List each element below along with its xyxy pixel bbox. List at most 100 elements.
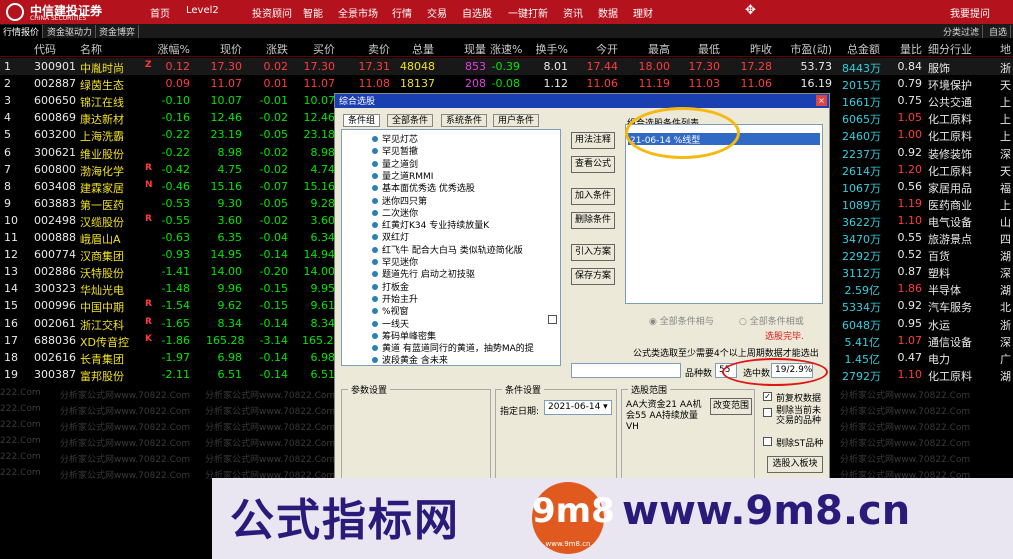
- column-header[interactable]: 今开: [582, 41, 618, 57]
- nav-item[interactable]: 首页: [150, 5, 170, 20]
- import-scheme-button[interactable]: 引入方案: [571, 244, 615, 261]
- tree-item[interactable]: 一线天: [372, 317, 409, 330]
- tree-item[interactable]: %视窗: [372, 304, 409, 317]
- tree-item[interactable]: 打板金: [372, 280, 409, 293]
- close-icon[interactable]: ×: [816, 95, 827, 106]
- radio-all-or[interactable]: ○ 全部条件相或: [739, 314, 804, 327]
- nav-item[interactable]: 交易: [427, 5, 447, 20]
- column-header[interactable]: 昨收: [734, 41, 772, 57]
- condition-tree[interactable]: 罕见灯芯 罕见暂撤 量之道剑 量之道RMMI 基本面优秀选 优秀选股 迷你四只第 二次迷你红…: [341, 129, 561, 366]
- nav-item[interactable]: 行情: [392, 5, 412, 20]
- tree-item[interactable]: 波段黄金 含未来: [372, 353, 448, 365]
- add-to-block-button[interactable]: 选股入板块: [767, 456, 823, 473]
- tree-item[interactable]: 红飞牛 配合大白马 类似轨迹简化版: [372, 243, 523, 256]
- table-cell: 9.96: [217, 282, 243, 296]
- tree-item[interactable]: 迷你四只第: [372, 194, 427, 207]
- watermark-text: 分析家公式网www.70822.Com: [840, 455, 971, 465]
- exclude-untraded-checkbox[interactable]: [763, 408, 772, 417]
- range-text: AA大资金21 AA机会55 AA持续放量VH: [626, 400, 702, 432]
- tree-item[interactable]: 量之道剑: [372, 157, 418, 170]
- column-header[interactable]: 涨速%: [490, 41, 522, 57]
- delete-condition-button[interactable]: 删除条件: [571, 212, 615, 229]
- table-cell: 7: [4, 162, 11, 176]
- column-header[interactable]: 最低: [684, 41, 720, 57]
- column-header[interactable]: 代码: [34, 41, 84, 57]
- nav-item[interactable]: 全景市场: [338, 5, 378, 20]
- tab-view[interactable]: 资金博弈: [96, 25, 140, 38]
- column-header[interactable]: 名称: [80, 41, 136, 57]
- tree-item[interactable]: 罕见迷你: [372, 255, 418, 268]
- table-cell: 5334万: [842, 301, 881, 315]
- table-cell: 9.61: [310, 299, 336, 313]
- watermark-text: 分析家公式网www.70822.Com: [205, 423, 336, 433]
- tree-item[interactable]: 开始主升: [372, 292, 418, 305]
- nav-item[interactable]: 自选股: [462, 5, 492, 20]
- tab-all-conditions[interactable]: 全部条件: [387, 114, 434, 127]
- exclude-st-checkbox[interactable]: [763, 437, 772, 446]
- nav-item[interactable]: 智能: [303, 5, 323, 20]
- tree-item[interactable]: 量之道RMMI: [372, 169, 433, 182]
- column-header[interactable]: 现量: [452, 41, 486, 57]
- column-header[interactable]: 现价: [206, 41, 242, 57]
- move-cursor-icon: ✥: [745, 3, 756, 18]
- tab-user-conditions[interactable]: 用户条件: [493, 114, 540, 127]
- view-formula-button[interactable]: 查看公式: [571, 156, 615, 173]
- table-row[interactable]: 2 002887 绿茵生态 0.09 11.07 0.01 11.07 11.08 18137 2…: [0, 75, 1013, 92]
- tab-view[interactable]: 资金驱动力: [44, 25, 97, 38]
- tree-item[interactable]: 筹码单峰密集: [372, 329, 436, 342]
- nav-item[interactable]: 投资顾问: [252, 5, 292, 20]
- table-cell: 002886: [34, 265, 76, 279]
- table-cell: 600800: [34, 162, 76, 176]
- tab-filter[interactable]: 分类过滤: [940, 25, 984, 38]
- column-header[interactable]: 涨幅%: [154, 41, 190, 57]
- tab-view[interactable]: 行情报价: [0, 25, 44, 38]
- table-cell: 165.28: [302, 333, 341, 347]
- table-cell: 6.34: [310, 231, 336, 244]
- nav-item[interactable]: 理财: [633, 5, 653, 20]
- add-condition-button[interactable]: 加入条件: [571, 188, 615, 205]
- tree-item[interactable]: 题道先行 启动之初技驱: [372, 267, 475, 280]
- column-header[interactable]: 细分行业: [928, 41, 980, 57]
- tree-item[interactable]: 红黄灯K34 专业持续放量K: [372, 218, 489, 231]
- column-header[interactable]: 总金额: [842, 41, 880, 57]
- tab-condition-group[interactable]: 条件组: [343, 114, 381, 127]
- tree-item[interactable]: 黄道 有蓝道同行的黄道，抽势MA的提: [372, 341, 534, 354]
- date-picker[interactable]: 2021-06-14 ▾: [544, 400, 612, 415]
- table-cell: -0.08: [491, 77, 520, 91]
- exclude-untraded-label: 剔除当前未交易的品种: [776, 406, 822, 426]
- adjusted-data-checkbox[interactable]: ✓: [763, 392, 772, 401]
- table-cell: 11.07: [210, 77, 243, 91]
- radio-all-and[interactable]: ◉ 全部条件相与: [649, 314, 714, 327]
- column-header[interactable]: 地: [1000, 41, 1013, 57]
- tab-system-conditions[interactable]: 系统条件: [441, 114, 488, 127]
- column-header[interactable]: 换手%: [532, 41, 568, 57]
- save-scheme-button[interactable]: 保存方案: [571, 268, 615, 285]
- tab-watchlist[interactable]: 自选: [986, 25, 1012, 38]
- table-row[interactable]: 1 300901 中胤时尚 Z 0.12 17.30 0.02 17.30 17.31 48048…: [0, 58, 1013, 75]
- table-cell: -0.15: [259, 299, 288, 313]
- table-cell: 8.34: [310, 316, 336, 330]
- column-header[interactable]: 量比: [880, 41, 922, 57]
- tree-item[interactable]: 基本面优秀选 优秀选股: [372, 181, 475, 194]
- nav-item[interactable]: 一键打新: [508, 5, 548, 20]
- column-header[interactable]: 市盈(动): [786, 41, 832, 57]
- table-cell: -0.53: [161, 196, 190, 210]
- nav-item[interactable]: 资讯: [563, 5, 583, 20]
- tree-checkbox[interactable]: [548, 315, 557, 324]
- column-header[interactable]: 卖价: [356, 41, 390, 57]
- tree-item[interactable]: 双红灯: [372, 230, 409, 243]
- table-cell: 0.92: [897, 145, 923, 159]
- tree-item[interactable]: 罕见灯芯: [372, 132, 418, 145]
- table-cell: 汽车服务: [928, 301, 972, 315]
- column-header[interactable]: 买价: [302, 41, 335, 57]
- help-link[interactable]: 我要提问: [950, 5, 990, 20]
- change-range-button[interactable]: 改变范围: [710, 398, 752, 415]
- nav-item[interactable]: 数据: [598, 5, 618, 20]
- nav-item[interactable]: Level2: [186, 5, 219, 16]
- usage-notes-button[interactable]: 用法注释: [571, 132, 615, 149]
- tree-item[interactable]: 二次迷你: [372, 206, 418, 219]
- tree-item[interactable]: 罕见暂撤: [372, 144, 418, 157]
- column-header[interactable]: 总量: [400, 41, 434, 57]
- column-header[interactable]: 涨跌: [256, 41, 288, 57]
- column-header[interactable]: 最高: [634, 41, 670, 57]
